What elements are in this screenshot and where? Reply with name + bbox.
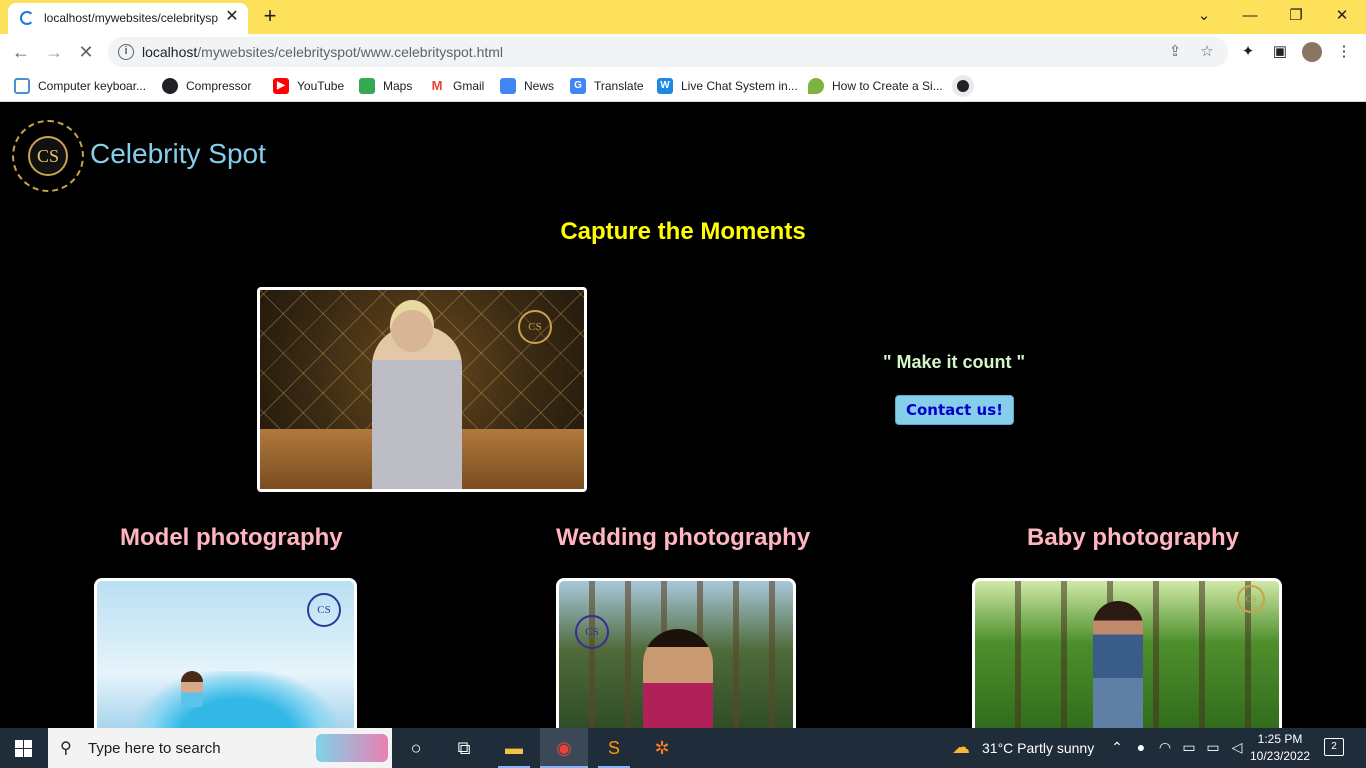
bookmark-label: Maps <box>383 79 413 93</box>
weather-text[interactable]: 31°C Partly sunny <box>982 740 1094 756</box>
translate-icon: G <box>570 78 586 94</box>
bookmarks-bar: Computer keyboar... Compressor ▶ YouTube… <box>0 70 1366 102</box>
logo-monogram: CS <box>28 136 68 176</box>
task-view-icon[interactable]: ⧉ <box>440 728 488 768</box>
weather-icon: ☁ <box>952 737 970 757</box>
bookmark-live-chat[interactable]: W Live Chat System in... <box>657 76 798 96</box>
gmail-icon: M <box>429 78 445 94</box>
windows-start-icon[interactable] <box>0 728 48 768</box>
photo-watermark: CS <box>575 615 609 649</box>
browser-tab[interactable]: localhost/mywebsites/celebritysp ✕ <box>8 3 248 34</box>
url-text[interactable]: localhost/mywebsites/celebrityspot/www.c… <box>142 44 503 60</box>
cortana-icon[interactable]: ○ <box>392 728 440 768</box>
network-error-icon[interactable]: ● <box>1132 739 1150 755</box>
compressor-icon <box>162 78 178 94</box>
back-icon[interactable]: ← <box>9 40 33 64</box>
search-placeholder: Type here to search <box>88 740 221 757</box>
address-bar[interactable]: i localhost/mywebsites/celebrityspot/www… <box>108 37 1228 67</box>
hero-heading: Capture the Moments <box>560 218 806 245</box>
w3-icon: W <box>657 78 673 94</box>
bookmark-compressor[interactable]: Compressor <box>162 76 251 96</box>
meet-now-icon[interactable]: ▭ <box>1180 739 1198 756</box>
bookmark-label: How to Create a Si... <box>832 79 943 93</box>
search-highlight-art <box>316 734 388 762</box>
new-tab-button[interactable]: + <box>258 4 282 28</box>
dress <box>137 671 337 728</box>
bookmark-translate[interactable]: G Translate <box>570 76 644 96</box>
site-title: Celebrity Spot <box>90 138 266 169</box>
site-logo[interactable]: CS <box>12 120 84 192</box>
stop-loading-icon[interactable]: ✕ <box>74 40 98 64</box>
xampp-icon[interactable]: ✲ <box>638 728 686 768</box>
volume-icon[interactable]: ◁ <box>1228 739 1246 756</box>
maps-icon <box>359 78 375 94</box>
wifi-icon[interactable]: ◠ <box>1156 739 1174 756</box>
baby-photo[interactable]: CS <box>972 578 1282 728</box>
clock-date: 10/23/2022 <box>1250 749 1311 763</box>
bookmark-label: Translate <box>594 79 644 93</box>
wedding-photo[interactable]: CS <box>556 578 796 728</box>
category-title-wedding: Wedding photography <box>556 524 811 551</box>
photo-watermark: CS <box>1237 585 1265 613</box>
bookmark-youtube[interactable]: ▶ YouTube <box>273 76 344 96</box>
youtube-icon: ▶ <box>273 78 289 94</box>
bookmark-maps[interactable]: Maps <box>359 76 412 96</box>
contact-us-button[interactable]: Contact us! <box>895 395 1014 425</box>
extensions-icon[interactable]: ✦ <box>1238 42 1258 62</box>
bookmark-news[interactable]: News <box>500 76 554 96</box>
file-explorer-icon[interactable]: ▬ <box>490 728 538 768</box>
side-panel-icon[interactable]: ▣ <box>1270 42 1290 62</box>
bookmark-label: Live Chat System in... <box>681 79 798 93</box>
show-hidden-icons-icon[interactable]: ⌃ <box>1108 739 1126 756</box>
bookmark-how-to-create[interactable]: How to Create a Si... <box>808 76 943 96</box>
search-icon: ⚲ <box>60 740 72 757</box>
menu-kebab-icon[interactable]: ⋮ <box>1334 42 1354 62</box>
model-photo[interactable]: CS <box>94 578 357 728</box>
tab-strip: localhost/mywebsites/celebritysp ✕ + ⌄ —… <box>0 0 1366 34</box>
category-title-model: Model photography <box>120 524 343 551</box>
taskbar: ⚲ Type here to search ○ ⧉ ▬ ◉ S ✲ ☁ 31°C… <box>0 728 1366 768</box>
close-window-button[interactable]: ✕ <box>1328 4 1356 28</box>
chrome-icon[interactable]: ◉ <box>540 728 588 768</box>
site-info-icon[interactable]: i <box>118 44 134 60</box>
bookmark-gmail[interactable]: M Gmail <box>429 76 484 96</box>
model-figure <box>181 671 203 707</box>
close-tab-icon[interactable]: ✕ <box>224 8 240 26</box>
bookmark-label: Computer keyboar... <box>38 79 147 93</box>
battery-icon[interactable]: ▭ <box>1204 739 1222 756</box>
bookmark-label: News <box>524 79 555 93</box>
model-head <box>390 300 434 352</box>
leaf-icon <box>808 78 824 94</box>
bookmark-label: Gmail <box>453 79 485 93</box>
share-icon[interactable]: ⇪ <box>1166 43 1184 61</box>
clock-time: 1:25 PM <box>1257 732 1303 746</box>
loading-spinner-icon <box>20 11 34 25</box>
profile-avatar[interactable] <box>1302 42 1322 62</box>
globe-icon <box>14 78 30 94</box>
bookmark-label: YouTube <box>297 79 345 93</box>
tab-search-icon[interactable]: ⌄ <box>1190 4 1218 28</box>
browser-toolbar: ← → ✕ i localhost/mywebsites/celebritysp… <box>0 34 1366 70</box>
bookmark-star-icon[interactable]: ☆ <box>1198 43 1216 61</box>
child-figure <box>1093 601 1143 728</box>
taskbar-clock[interactable]: 1:25 PM 10/23/2022 <box>1250 731 1310 765</box>
taskbar-search[interactable]: ⚲ Type here to search <box>48 728 392 768</box>
photo-watermark: CS <box>518 310 552 344</box>
category-title-baby: Baby photography <box>1027 524 1240 551</box>
sublime-text-icon[interactable]: S <box>590 728 638 768</box>
tab-title: localhost/mywebsites/celebritysp <box>44 11 219 25</box>
tagline: " Make it count " <box>882 352 1026 372</box>
notifications-icon[interactable]: 2 <box>1324 738 1344 756</box>
forward-icon[interactable]: → <box>42 40 66 64</box>
restore-button[interactable]: ❐ <box>1282 4 1310 28</box>
bookmark-label: Compressor <box>186 79 252 93</box>
minimize-button[interactable]: — <box>1236 4 1264 28</box>
bride-figure <box>643 629 713 728</box>
photo-watermark: CS <box>307 593 341 627</box>
bookmark-more-icon[interactable] <box>952 75 974 97</box>
hero-photo: CS <box>257 287 587 492</box>
page-content: CS Celebrity Spot Capture the Moments CS… <box>0 103 1366 728</box>
news-icon <box>500 78 516 94</box>
bookmark-computer-keyboard[interactable]: Computer keyboar... <box>14 76 146 96</box>
